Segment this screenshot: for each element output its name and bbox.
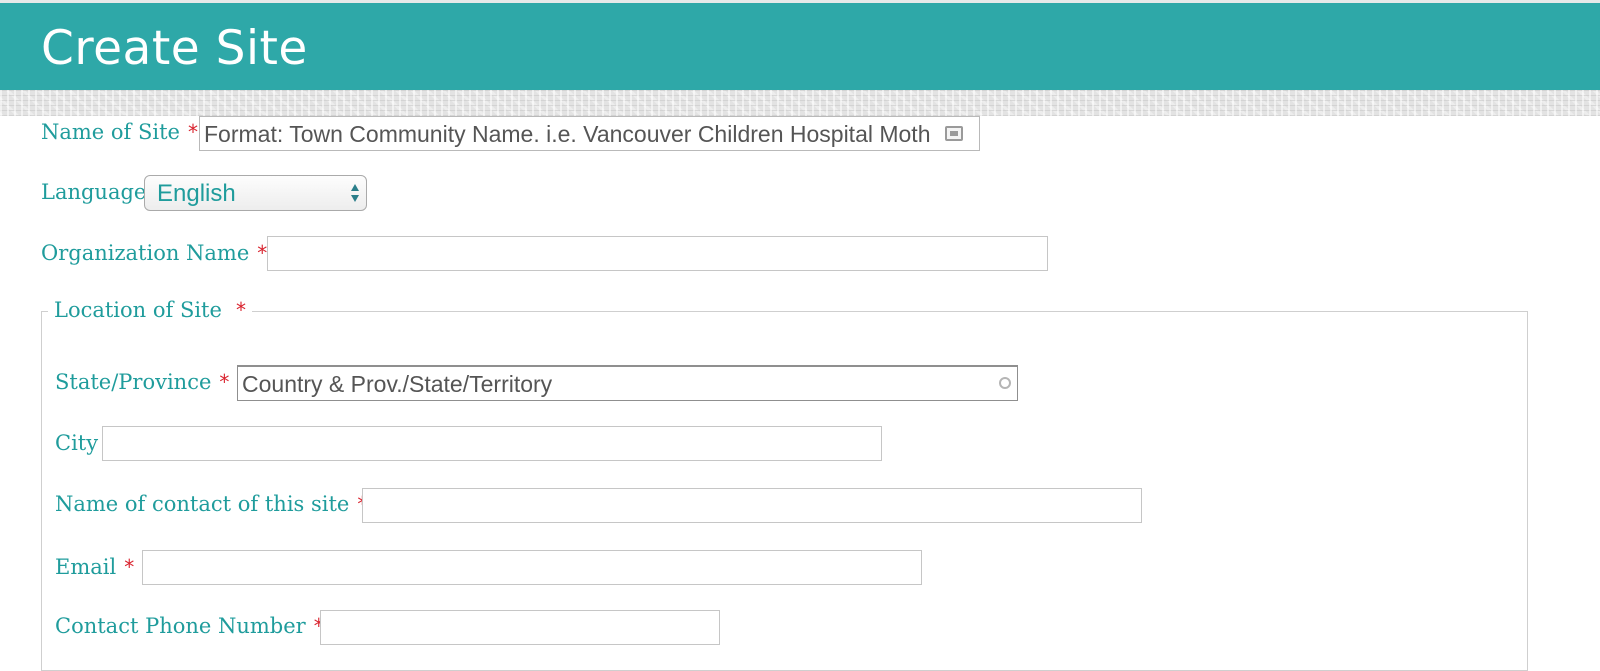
contact-name-label: Name of contact of this site* [55,491,367,517]
name-of-site-label-text: Name of Site [41,120,180,144]
state-province-label-text: State/Province [55,370,212,394]
state-province-label: State/Province * [55,369,229,395]
autofill-card-icon[interactable] [945,126,963,141]
state-province-input[interactable]: Country & Prov./State/Territory [237,365,1018,401]
location-legend-text: Location of Site [54,298,222,322]
organization-name-label: Organization Name * [41,240,267,266]
language-select[interactable]: English [144,175,367,211]
language-label-text: Language [41,180,147,204]
page-title: Create Site [41,21,308,76]
contact-name-label-text: Name of contact of this site [55,492,350,516]
required-asterisk: * [257,241,268,265]
organization-name-label-text: Organization Name [41,241,250,265]
name-of-site-placeholder: Format: Town Community Name. i.e. Vancou… [204,121,931,147]
page-header: Create Site [0,3,1600,90]
organization-name-input[interactable] [267,236,1048,271]
required-asterisk: * [235,298,246,322]
decorative-texture-band [0,90,1600,116]
city-label: City [55,430,98,456]
phone-label: Contact Phone Number * [55,613,324,639]
language-label: Language [41,179,146,205]
email-input[interactable] [142,550,922,585]
city-input[interactable] [102,426,882,461]
required-asterisk: * [219,370,230,394]
state-province-placeholder: Country & Prov./State/Territory [242,371,553,397]
language-selected-value: English [157,180,236,207]
required-asterisk: * [124,555,135,579]
phone-input[interactable] [320,610,720,645]
email-label-text: Email [55,555,117,579]
location-legend: Location of Site * [48,296,252,324]
email-label: Email * [55,554,134,580]
loading-spinner-icon [999,377,1011,389]
phone-label-text: Contact Phone Number [55,614,306,638]
required-asterisk: * [187,120,198,144]
contact-name-input[interactable] [362,488,1142,523]
select-arrows-icon [351,184,359,202]
city-label-text: City [55,431,99,455]
name-of-site-label: Name of Site * [41,119,198,145]
name-of-site-input[interactable]: Format: Town Community Name. i.e. Vancou… [199,116,980,151]
